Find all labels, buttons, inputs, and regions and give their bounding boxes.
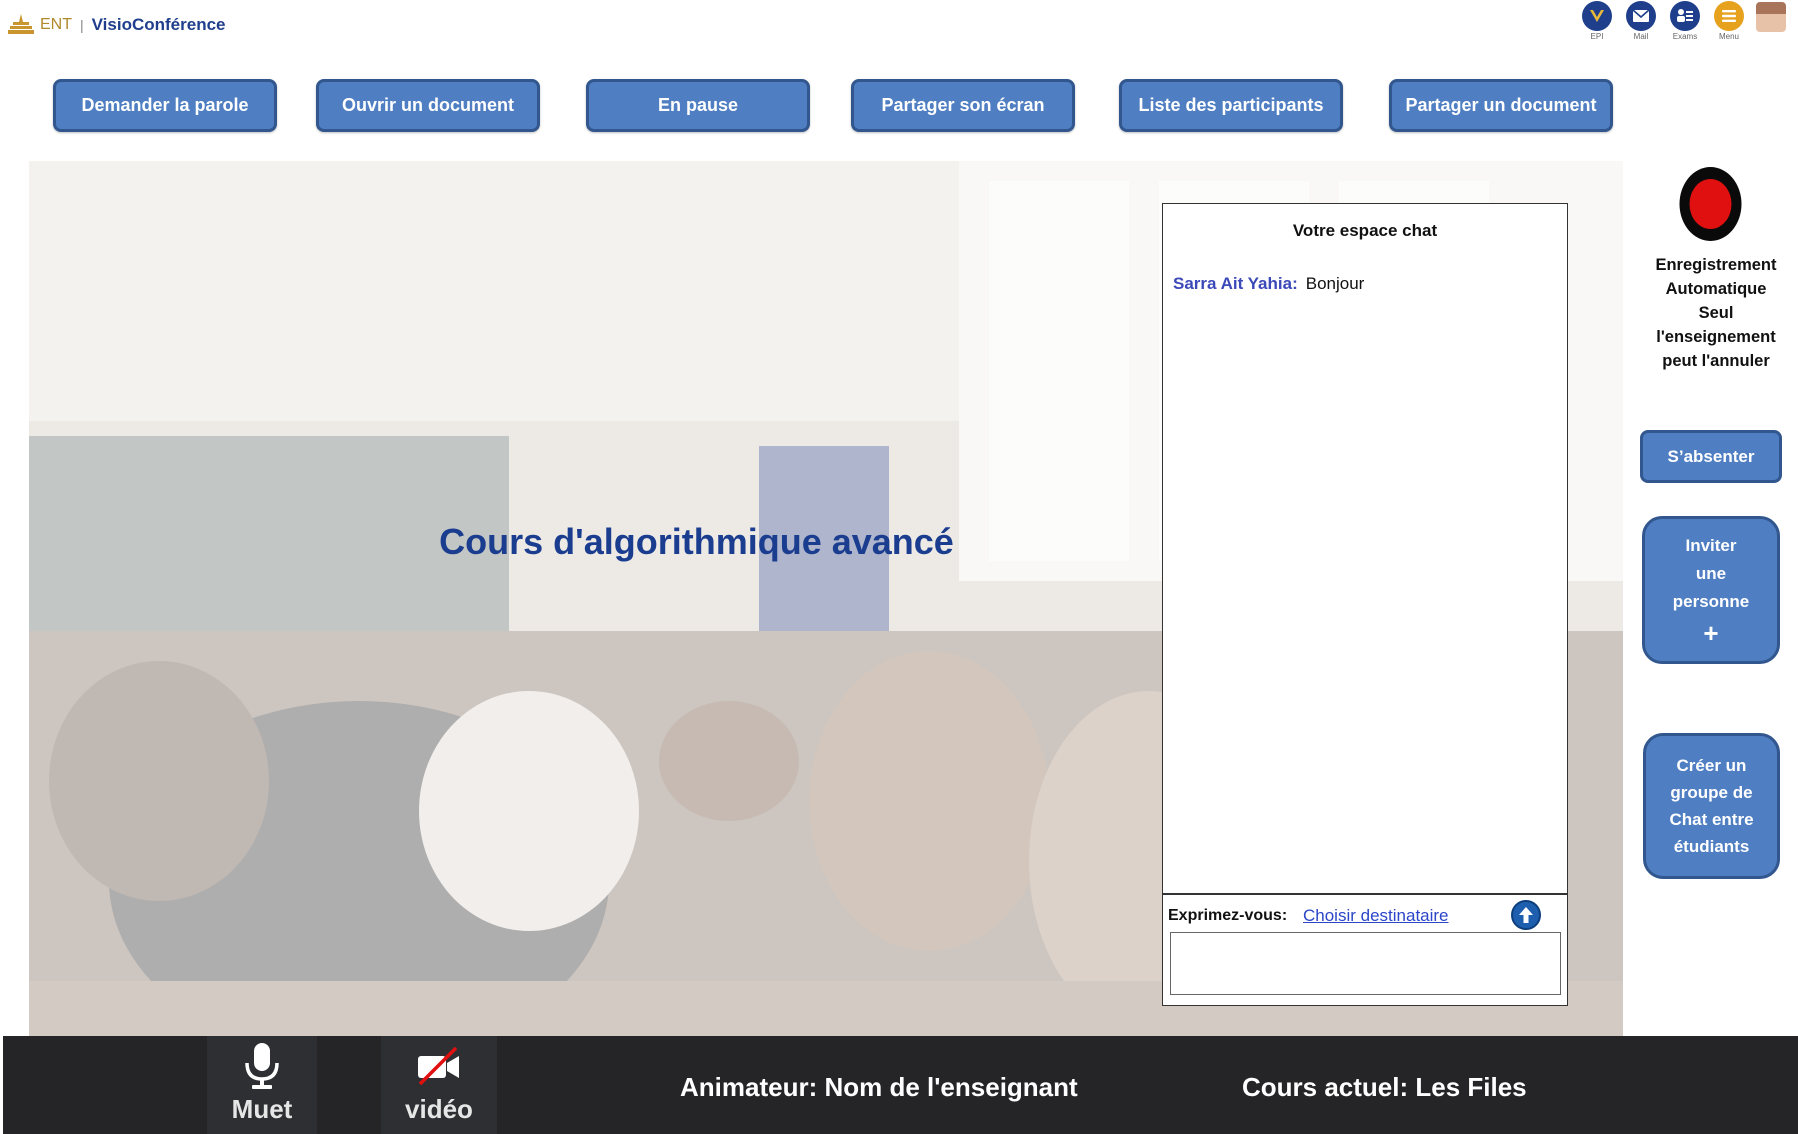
group-label-line: Chat entre [1669,810,1754,829]
chat-message: Sarra Ait Yahia: Bonjour [1173,274,1364,294]
mail-icon [1626,1,1656,31]
pause-button[interactable]: En pause [586,79,810,132]
share-document-button[interactable]: Partager un document [1389,79,1613,132]
invite-person-button[interactable]: Inviter une personne + [1642,516,1780,664]
current-course-info: Cours actuel: Les Files [1242,1072,1527,1102]
nav-menu[interactable]: Menu [1712,0,1746,41]
recording-notice: Enregistrement Automatique Seul l'enseig… [1640,253,1792,373]
absent-button[interactable]: S’absenter [1640,430,1782,483]
recording-notice-line: l'enseignement [1656,328,1776,346]
request-speak-button[interactable]: Demander la parole [53,79,277,132]
share-screen-button[interactable]: Partager son écran [851,79,1075,132]
open-document-button[interactable]: Ouvrir un document [316,79,540,132]
nav-menu-label: Menu [1718,32,1739,41]
animator-info: Animateur: Nom de l'enseignant [680,1072,1078,1102]
invite-label-line: une [1695,564,1727,583]
video-label: vidéo [405,1094,473,1124]
nav-mail[interactable]: Mail [1624,0,1658,41]
logo-ent-text: ENT [40,16,72,33]
app-logo[interactable]: ENT | VisioConférence [8,8,225,42]
user-avatar [1756,2,1786,32]
group-label-line: étudiants [1673,837,1750,856]
chat-panel: Votre espace chat Sarra Ait Yahia: Bonjou… [1162,203,1568,1006]
choose-recipient-link[interactable]: Choisir destinataire [1303,906,1449,926]
chat-compose: Exprimez-vous: Choisir destinataire [1163,893,1567,1005]
nav-epi-label: EPI [1590,32,1604,41]
invite-label-line: personne [1672,592,1750,611]
participants-list-button[interactable]: Liste des participants [1119,79,1343,132]
exams-icon [1670,1,1700,31]
recording-notice-line: peut l'annuler [1662,352,1770,370]
create-chat-group-button[interactable]: Créer un groupe de Chat entre étudiants [1643,733,1780,879]
send-arrow-icon[interactable] [1511,900,1541,930]
epi-icon [1582,1,1612,31]
recording-notice-line: Seul [1698,304,1734,322]
menu-icon [1714,1,1744,31]
compose-label: Exprimez-vous: [1168,907,1288,924]
group-label-line: Créer un [1676,756,1747,775]
user-profile[interactable] [1756,0,1790,41]
invite-label-line: Inviter [1685,536,1737,555]
footer-bar: Muet vidéo Animateur: Nom de l'enseignan… [3,1036,1798,1134]
nav-mail-label: Mail [1633,32,1649,41]
nav-exams[interactable]: Exams [1668,0,1702,41]
video-toggle-button[interactable]: vidéo [381,1036,497,1134]
mute-label: Muet [231,1094,293,1124]
nav-exams-label: Exams [1672,32,1698,41]
ent-logo-icon [8,14,34,34]
chat-message-text: Bonjour [1305,274,1365,293]
microphone-icon [242,1040,282,1092]
chat-title: Votre espace chat [1292,221,1438,240]
chat-message-author: Sarra Ait Yahia: [1173,274,1298,293]
logo-separator: | [80,17,84,33]
group-label-line: groupe de [1670,783,1753,802]
chat-message-input[interactable] [1170,932,1561,995]
app-title: VisioConférence [91,15,226,34]
recording-indicator-icon [1679,167,1742,241]
plus-icon: + [1703,618,1719,648]
video-off-icon [416,1040,462,1092]
recording-notice-line: Automatique [1665,280,1767,298]
mute-button[interactable]: Muet [207,1036,317,1134]
top-right-nav: EPI Mail Exams Menu [1572,0,1798,41]
nav-epi[interactable]: EPI [1580,0,1614,41]
recording-notice-line: Enregistrement [1655,256,1777,274]
